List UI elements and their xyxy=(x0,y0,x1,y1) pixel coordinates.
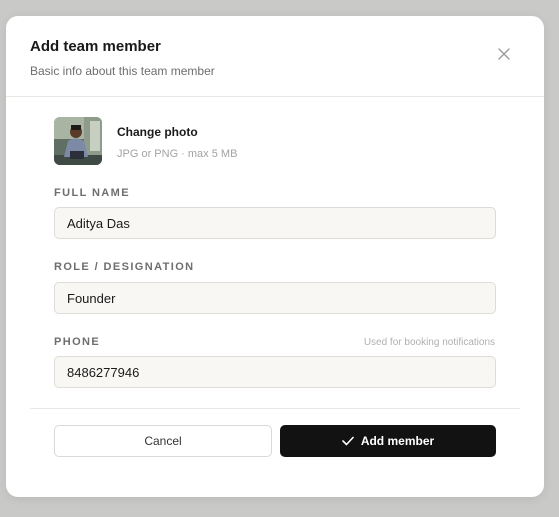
dialog-title: Add team member xyxy=(30,38,161,55)
close-icon xyxy=(498,48,510,60)
change-photo-link[interactable]: Change photo xyxy=(117,125,198,139)
phone-hint: Used for booking notifications xyxy=(363,337,495,348)
full-name-input[interactable] xyxy=(54,207,496,239)
dialog-subtitle: Basic info about this team member xyxy=(30,64,215,78)
role-input[interactable] xyxy=(54,282,496,314)
footer-divider xyxy=(30,408,520,409)
cancel-button[interactable]: Cancel xyxy=(54,425,272,457)
add-team-member-dialog: Add team member Basic info about this te… xyxy=(6,16,544,497)
avatar[interactable] xyxy=(54,117,102,165)
photo-hint: JPG or PNG · max 5 MB xyxy=(117,148,238,160)
add-member-button-label: Add member xyxy=(360,434,435,448)
role-label: ROLE / DESIGNATION xyxy=(54,261,195,273)
full-name-label: FULL NAME xyxy=(54,187,130,199)
check-icon xyxy=(342,436,354,446)
add-member-button[interactable]: Add member xyxy=(280,425,496,457)
cancel-button-label: Cancel xyxy=(144,434,182,448)
close-button[interactable] xyxy=(494,44,514,64)
phone-input[interactable] xyxy=(54,356,496,388)
dialog-header: Add team member Basic info about this te… xyxy=(6,16,544,97)
phone-label: PHONE xyxy=(54,336,101,348)
